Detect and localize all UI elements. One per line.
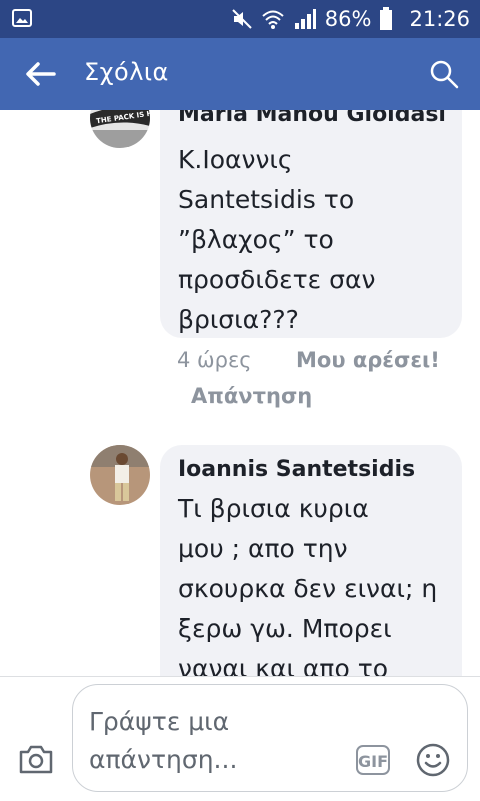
comment-author[interactable]: Ioannis Santetsidis [178, 457, 415, 482]
image-icon [12, 9, 32, 27]
comment-bubble: Ioannis Santetsidis Τι βρισια κυρια μου … [160, 445, 462, 676]
comment-text: Κ.Ιοαννις Santetsidis το ”βλαχος” το προ… [178, 145, 376, 334]
comment-author[interactable]: Maria Manou Gioldasi [178, 110, 446, 127]
search-icon[interactable] [428, 58, 460, 90]
battery-icon [380, 7, 393, 30]
gif-button[interactable]: GIF [356, 745, 390, 775]
reply-input[interactable]: Γράψτε μια απάντηση... [72, 684, 468, 792]
avatar-image: THE PACK IS HAPPY [90, 110, 150, 148]
comment-bubble: Maria Manou Gioldasi Κ.Ιοαννις Santetsid… [160, 110, 462, 338]
battery-percent: 86% [324, 7, 372, 31]
like-button[interactable]: Μου αρέσει! [296, 348, 440, 372]
comments-list: THE PACK IS HAPPY Maria Manou Gioldasi Κ… [0, 110, 480, 676]
reply-button[interactable]: Απάντηση [191, 384, 312, 408]
signal-icon [294, 9, 316, 29]
mute-icon [232, 9, 252, 29]
reply-placeholder: Γράψτε μια απάντηση... [89, 707, 238, 774]
comment-text: Τι βρισια κυρια μου ; απο την σκουρκα δε… [178, 494, 438, 676]
comment-time: 4 ώρες [177, 348, 252, 372]
status-bar: 86% 21:26 [0, 0, 480, 38]
avatar-image [90, 445, 150, 505]
clock: 21:26 [409, 7, 470, 31]
app-bar: Σχόλια [0, 38, 480, 110]
wifi-icon [262, 10, 284, 29]
avatar[interactable]: THE PACK IS HAPPY [90, 110, 150, 148]
avatar[interactable] [90, 445, 150, 505]
smiley-icon[interactable] [416, 743, 450, 777]
page-title: Σχόλια [84, 58, 169, 86]
arrow-left-icon[interactable] [24, 60, 56, 88]
camera-icon[interactable] [18, 743, 54, 775]
